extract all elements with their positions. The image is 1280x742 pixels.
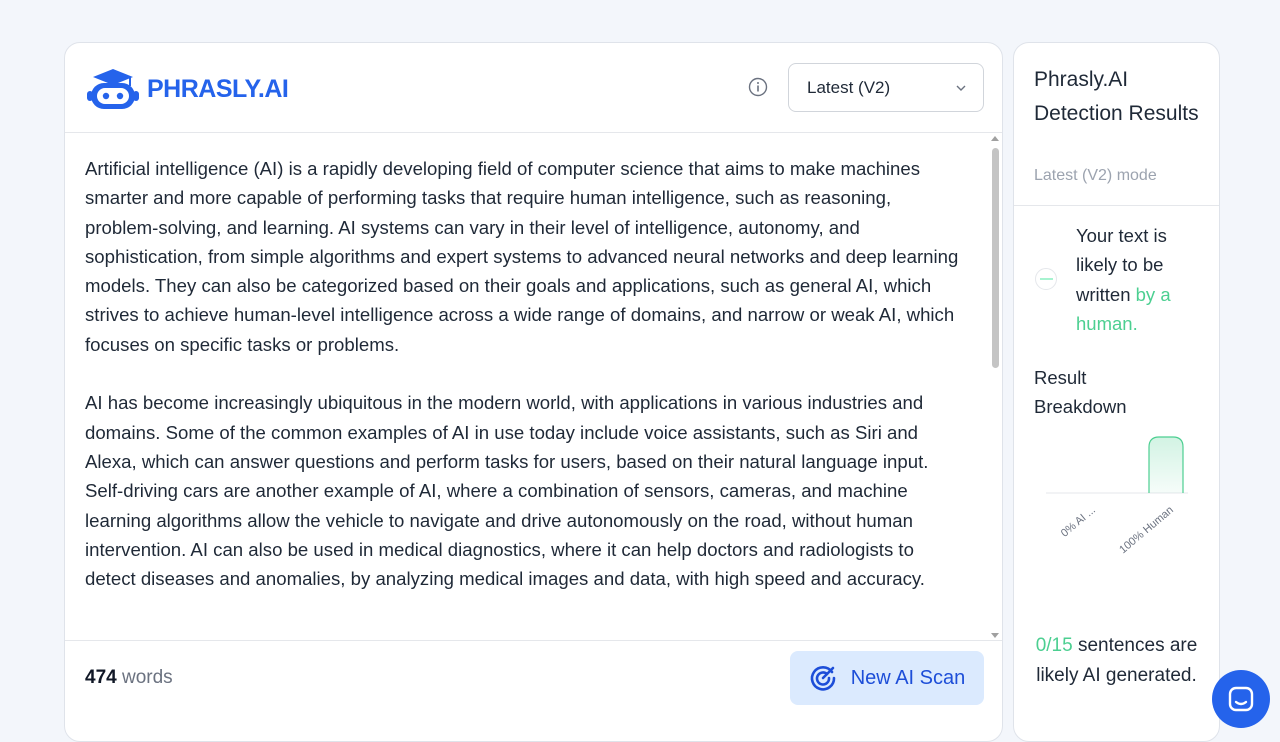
results-title: Phrasly.AI Detection Results [1034,68,1199,125]
new-ai-scan-label: New AI Scan [850,666,966,689]
editor-card: PHRASLY.AI Latest (V2) Artificial intell… [64,42,1003,742]
new-ai-scan-button[interactable]: New AI Scan [790,651,984,705]
chart-category-label-1: 100% Human [1117,504,1176,556]
scroll-up-arrow-icon[interactable] [991,136,999,141]
results-header: Phrasly.AI Detection Results Latest (V2)… [1014,43,1219,206]
model-select[interactable]: Latest (V2) [788,63,984,112]
paragraph-1: Artificial intelligence (AI) is a rapidl… [85,158,959,355]
editor-header: PHRASLY.AI Latest (V2) [65,43,1002,133]
chevron-down-icon [956,85,966,91]
word-count-number: 474 [85,667,117,688]
results-panel: Phrasly.AI Detection Results Latest (V2)… [1013,42,1220,742]
target-scan-icon [810,666,836,691]
word-count: 474 words [85,667,173,689]
chart-category-label-0: 0% AI ... [1059,504,1098,540]
results-mode: Latest (V2) mode [1034,167,1157,184]
robot-graduate-icon [87,69,139,109]
sentences-count: 0/15 [1035,635,1073,656]
breakdown-title: Result Breakdown [1034,367,1127,418]
logo[interactable]: PHRASLY.AI [85,67,289,111]
scroll-down-arrow-icon[interactable] [991,633,999,638]
verdict-icon [1035,268,1057,290]
chart-bar-1 [1148,436,1184,493]
paragraph-2: AI has become increasingly ubiquitous in… [85,392,929,590]
editor-footer: 474 words New AI Scan [65,640,1002,720]
sentences-summary: 0/15 sentences are likely AI generated. [1034,631,1199,690]
text-editor[interactable]: Artificial intelligence (AI) is a rapidl… [65,134,1002,640]
chat-support-button[interactable] [1212,670,1270,728]
logo-text: PHRASLY.AI [147,74,289,103]
result-breakdown-chart: 0% AI ... 100% Human [1046,436,1188,556]
verdict-text: Your text is likely to be written by a h… [1076,221,1206,338]
model-select-value: Latest (V2) [807,77,891,97]
chat-icon [1228,686,1254,712]
scrollbar[interactable] [989,134,1001,640]
info-icon[interactable] [748,77,768,97]
scroll-thumb[interactable] [992,148,999,368]
word-count-label: words [121,667,173,688]
